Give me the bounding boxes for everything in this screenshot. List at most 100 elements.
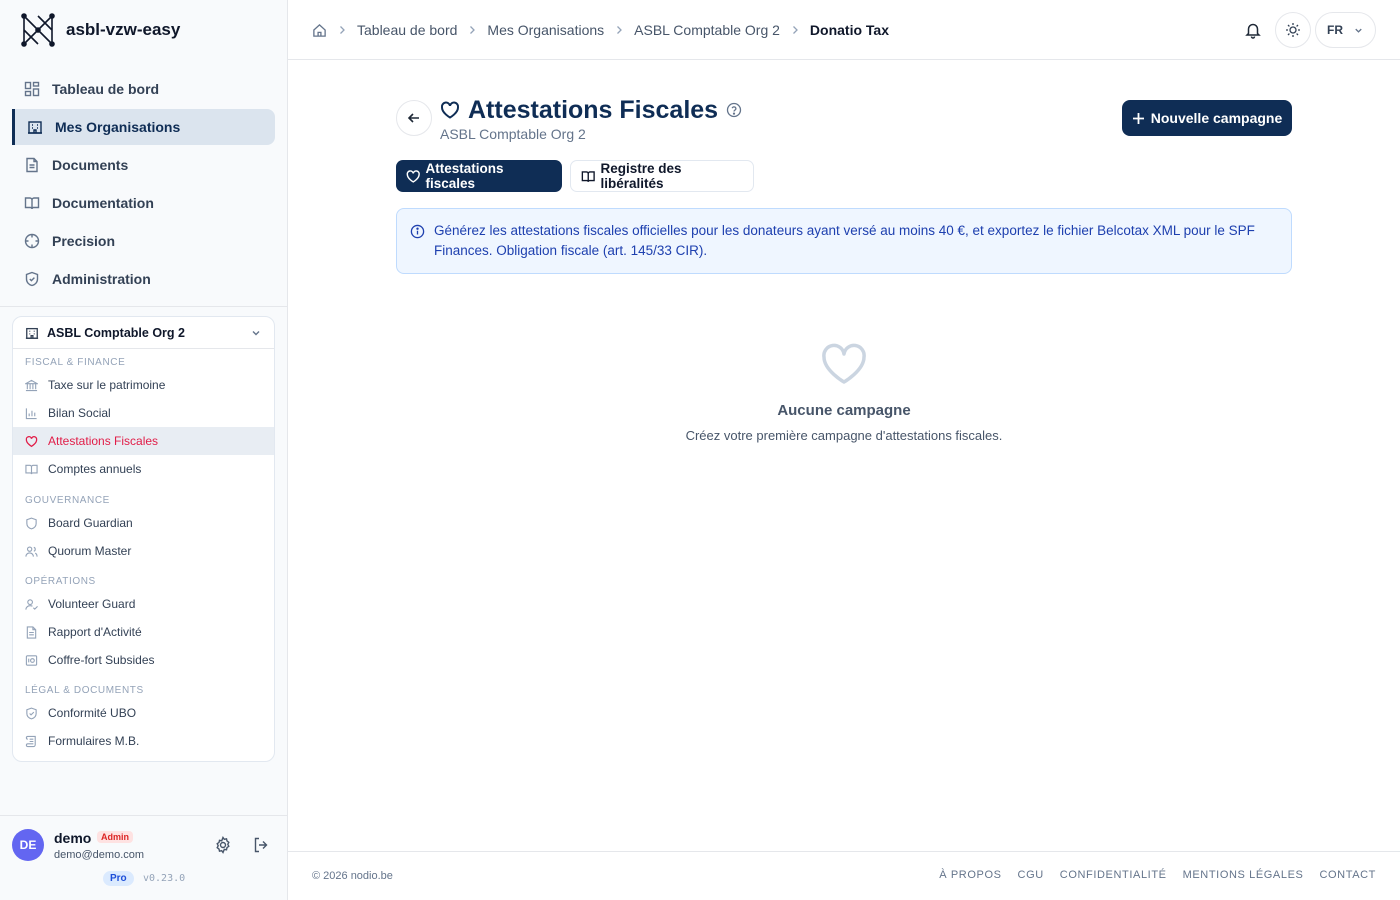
page-header: Attestations Fiscales xyxy=(440,95,742,125)
breadcrumb-org[interactable]: ASBL Comptable Org 2 xyxy=(634,22,780,38)
chevron-right-icon xyxy=(340,26,345,34)
scroll-icon xyxy=(25,735,36,747)
nav-item-label: Mes Organisations xyxy=(55,119,181,135)
nav-item-label: Documents xyxy=(52,157,129,173)
sub-item-label: Formulaires M.B. xyxy=(48,734,140,748)
book-open-icon xyxy=(581,170,595,182)
sub-item-formulaires-mb[interactable]: Formulaires M.B. xyxy=(13,727,274,755)
heart-icon xyxy=(406,169,420,183)
language-value: FR xyxy=(1327,23,1343,37)
app-version: v0.23.0 xyxy=(143,873,186,884)
breadcrumb: Tableau de bord Mes Organisations ASBL C… xyxy=(312,0,889,60)
nav-item-documents[interactable]: Documents xyxy=(12,147,275,183)
breadcrumb-tableau-de-bord[interactable]: Tableau de bord xyxy=(357,22,457,38)
dashboard-icon xyxy=(24,81,40,97)
heart-icon xyxy=(440,101,460,119)
arrow-left-icon xyxy=(407,113,419,123)
breadcrumb-current: Donatio Tax xyxy=(809,22,889,38)
sub-item-label: Coffre-fort Subsides xyxy=(48,653,155,667)
page-subtitle: ASBL Comptable Org 2 xyxy=(440,126,586,142)
sub-item-attestations-fiscales[interactable]: Attestations Fiscales xyxy=(13,427,274,455)
nav-item-precision[interactable]: Precision xyxy=(12,223,275,259)
main-nav: Tableau de bord Mes Organisations Docume… xyxy=(12,71,275,299)
shield-icon xyxy=(25,271,39,287)
sub-item-label: Quorum Master xyxy=(48,544,132,558)
file-icon xyxy=(26,157,38,173)
language-select[interactable]: FR xyxy=(1315,12,1376,48)
sub-item-taxe-patrimoine[interactable]: Taxe sur le patrimoine xyxy=(13,371,274,399)
role-badge: Admin xyxy=(97,831,133,843)
file-text-icon xyxy=(26,625,37,639)
sub-item-bilan-social[interactable]: Bilan Social xyxy=(13,399,274,427)
section-label-fiscal: FISCAL & FINANCE xyxy=(25,357,126,368)
org-switcher[interactable]: ASBL Comptable Org 2 xyxy=(13,317,274,349)
plan-badge: Pro xyxy=(103,871,134,886)
footer-link-contact[interactable]: CONTACT xyxy=(1319,869,1376,881)
logout-icon[interactable] xyxy=(252,836,270,854)
new-campaign-label: Nouvelle campagne xyxy=(1150,110,1283,126)
chevron-down-icon xyxy=(252,330,260,335)
info-alert: Générez les attestations fiscales offici… xyxy=(396,208,1292,274)
plus-icon xyxy=(1132,112,1144,124)
home-icon[interactable] xyxy=(312,23,327,38)
bell-icon[interactable] xyxy=(1244,21,1262,39)
heart-icon xyxy=(25,435,38,447)
empty-state-description: Créez votre première campagne d'attestat… xyxy=(685,428,1003,443)
nav-item-label: Precision xyxy=(52,233,116,249)
tab-attestations-fiscales[interactable]: Attestations fiscales xyxy=(396,160,562,192)
bar-chart-icon xyxy=(25,407,37,419)
sub-item-volunteer-guard[interactable]: Volunteer Guard xyxy=(13,590,274,618)
sub-item-board-guardian[interactable]: Board Guardian xyxy=(13,509,274,537)
shield-icon xyxy=(26,517,37,529)
sub-item-conformite-ubo[interactable]: Conformité UBO xyxy=(13,699,274,727)
new-campaign-button[interactable]: Nouvelle campagne xyxy=(1122,100,1292,136)
topbar: Tableau de bord Mes Organisations ASBL C… xyxy=(288,0,1400,60)
nav-item-label: Administration xyxy=(52,271,151,287)
breadcrumb-mes-organisations[interactable]: Mes Organisations xyxy=(487,22,604,38)
sub-item-label: Board Guardian xyxy=(48,516,133,530)
info-icon xyxy=(410,224,425,239)
back-button[interactable] xyxy=(396,100,432,136)
chevron-right-icon xyxy=(617,26,623,34)
nav-item-documentation[interactable]: Documentation xyxy=(12,185,275,221)
nav-item-mes-organisations[interactable]: Mes Organisations xyxy=(12,109,275,145)
theme-toggle-button[interactable] xyxy=(1275,12,1311,48)
avatar[interactable]: DE xyxy=(12,829,44,861)
brand-name: asbl-vzw-easy xyxy=(66,20,181,39)
sub-item-comptes-annuels[interactable]: Comptes annuels xyxy=(13,455,274,483)
sidebar: asbl-vzw-easy Tableau de bord Mes Organi… xyxy=(0,0,288,900)
tab-registre-liberalites[interactable]: Registre des libéralités xyxy=(570,160,754,192)
tab-label: Attestations fiscales xyxy=(425,161,504,191)
section-label-legal: LÉGAL & DOCUMENTS xyxy=(25,685,144,696)
nav-item-label: Documentation xyxy=(52,195,154,211)
sidebar-divider xyxy=(0,306,287,307)
bank-icon xyxy=(25,379,38,391)
nav-item-tableau-de-bord[interactable]: Tableau de bord xyxy=(12,71,275,107)
sub-item-label: Volunteer Guard xyxy=(48,597,136,611)
sub-item-coffre-fort-subsides[interactable]: Coffre-fort Subsides xyxy=(13,646,274,674)
footer-link-a-propos[interactable]: À PROPOS xyxy=(939,869,1001,881)
help-icon[interactable] xyxy=(726,102,742,118)
gear-icon[interactable] xyxy=(214,836,232,854)
sub-item-quorum-master[interactable]: Quorum Master xyxy=(13,537,274,565)
page-title: Attestations Fiscales xyxy=(468,95,719,124)
footer-link-mentions-legales[interactable]: MENTIONS LÉGALES xyxy=(1183,869,1304,881)
user-panel: DE demo Admin demo@demo.com Pro v0.23.0 xyxy=(0,815,287,900)
building-icon xyxy=(28,121,42,134)
chevron-right-icon xyxy=(470,26,476,34)
section-label-gouvernance: GOUVERNANCE xyxy=(25,495,110,506)
vault-icon xyxy=(25,654,38,666)
nav-item-administration[interactable]: Administration xyxy=(12,261,275,297)
copyright: © 2026 nodio.be xyxy=(312,870,393,882)
book-icon xyxy=(25,464,38,474)
brand[interactable]: asbl-vzw-easy xyxy=(20,12,180,48)
user-check-icon xyxy=(25,598,38,610)
chevron-down-icon xyxy=(1355,28,1362,33)
org-name: ASBL Comptable Org 2 xyxy=(47,325,185,340)
footer-link-confidentialite[interactable]: CONFIDENTIALITÉ xyxy=(1060,869,1167,881)
sub-item-label: Conformité UBO xyxy=(48,706,137,720)
sub-item-rapport-activite[interactable]: Rapport d'Activité xyxy=(13,618,274,646)
footer-link-cgu[interactable]: CGU xyxy=(1018,869,1044,881)
user-email: demo@demo.com xyxy=(54,849,145,861)
user-name: demo xyxy=(54,830,92,846)
